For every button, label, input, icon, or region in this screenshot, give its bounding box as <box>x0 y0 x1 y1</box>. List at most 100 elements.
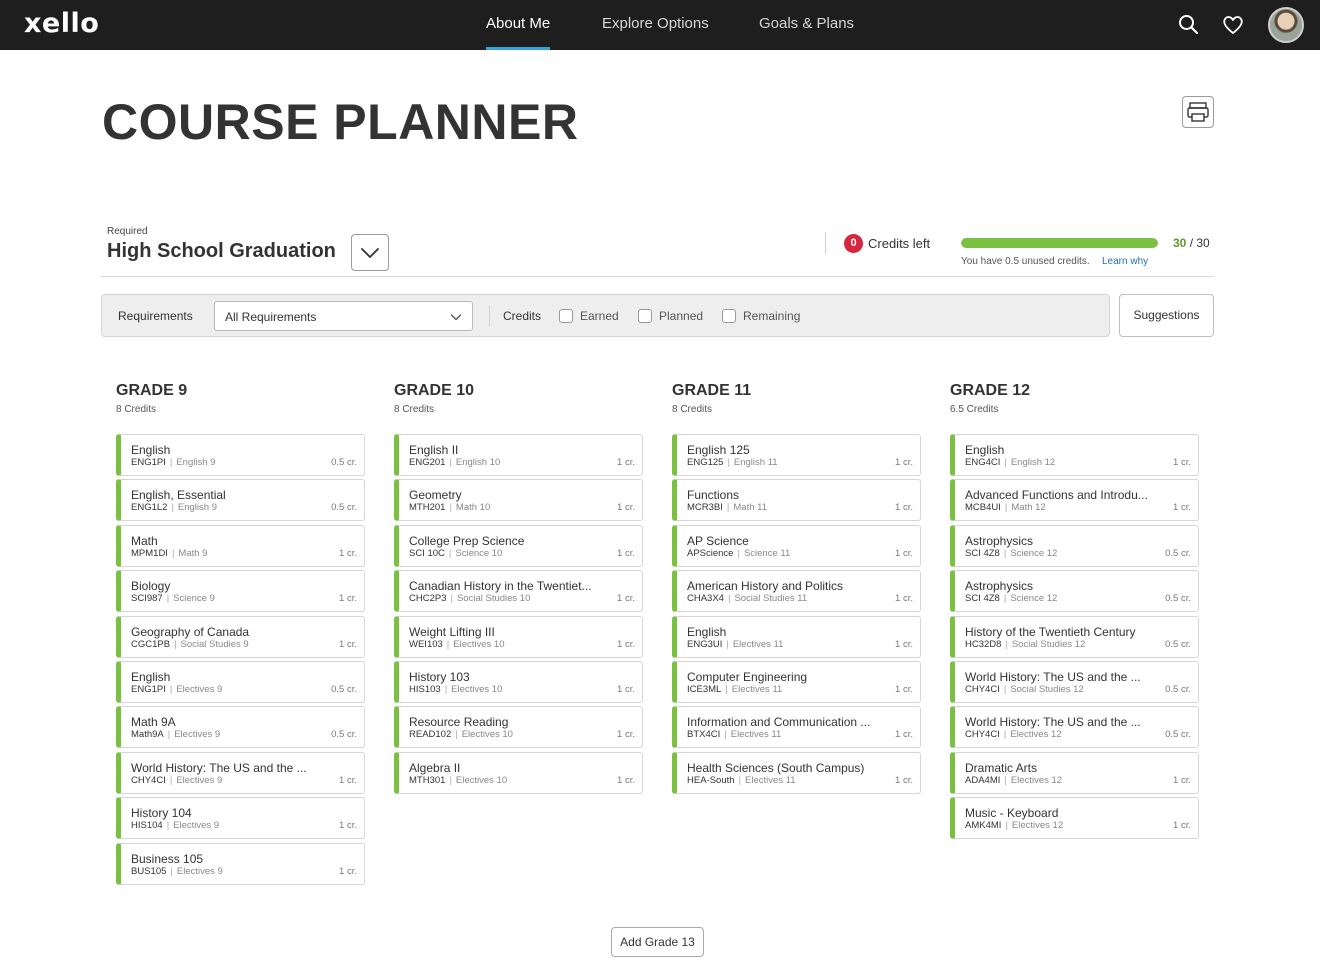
course-name: Business 105 <box>131 851 204 866</box>
course-code: ENG4CI <box>965 457 1001 468</box>
course-meta: BTX4CI | Electives 11 <box>687 729 781 740</box>
course-card[interactable]: Dramatic Arts ADA4MI | Electives 12 1 cr. <box>950 751 1199 794</box>
course-card[interactable]: World History: The US and the ... CHY4CI |… <box>950 706 1199 749</box>
course-credits: 1 cr. <box>339 638 357 650</box>
course-card[interactable]: Astrophysics SCI 4Z8 | Science 12 0.5 cr. <box>950 570 1199 613</box>
course-name: Geometry <box>409 488 462 503</box>
course-card[interactable]: English 125 ENG125 | English 11 1 cr. <box>672 434 921 476</box>
meta-separator: | <box>167 729 171 741</box>
xello-logo[interactable]: xello <box>24 8 99 39</box>
course-card[interactable]: World History: The US and the ... CHY4CI |… <box>950 660 1199 703</box>
course-card[interactable]: Information and Communication ... BTX4CI |… <box>672 706 921 749</box>
course-name: History 103 <box>409 669 470 684</box>
course-card[interactable]: Music - Keyboard AMK4MI | Electives 12 1 cr. <box>950 797 1199 840</box>
course-name: Math 9A <box>131 715 176 730</box>
grade-column: GRADE 12 6.5 Credits English ENG4CI | Engli… <box>950 382 1199 840</box>
search-icon[interactable] <box>1176 12 1202 38</box>
course-meta: BUS105 | Electives 9 <box>131 866 223 877</box>
course-list: English ENG1PI | English 9 0.5 cr. English, E… <box>116 434 365 888</box>
course-card[interactable]: Business 105 BUS105 | Electives 9 1 cr. <box>116 842 365 885</box>
course-card[interactable]: English, Essential ENG1L2 | English 9 0.5 cr… <box>116 479 365 522</box>
meta-separator: | <box>448 547 452 559</box>
credits-progress-count: 30 / 30 <box>1173 236 1210 250</box>
course-credits: 0.5 cr. <box>331 729 357 741</box>
requirement-dropdown-button[interactable] <box>351 234 389 271</box>
course-card[interactable]: Geometry MTH201 | Math 10 1 cr. <box>394 479 643 522</box>
course-card[interactable]: Resource Reading READ102 | Electives 10 1 cr… <box>394 706 643 749</box>
course-meta: ENG201 | English 10 <box>409 457 500 468</box>
course-card[interactable]: History of the Twentieth Century HC32D8 | S… <box>950 615 1199 658</box>
chevron-down-icon <box>450 314 462 321</box>
course-card[interactable]: Biology SCI987 | Science 9 1 cr. <box>116 570 365 613</box>
course-code: ENG3UI <box>687 638 723 650</box>
meta-separator: | <box>1003 547 1007 559</box>
course-card[interactable]: American History and Politics CHA3X4 | Soci… <box>672 570 921 613</box>
course-credits: 0.5 cr. <box>1165 683 1191 695</box>
course-card[interactable]: Functions MCR3BI | Math 11 1 cr. <box>672 479 921 522</box>
course-meta: HC32D8 | Social Studies 12 <box>965 639 1085 650</box>
earned-checkbox[interactable] <box>559 309 573 323</box>
course-card[interactable]: English ENG4CI | English 12 1 cr. <box>950 434 1199 476</box>
course-credits: 1 cr. <box>895 502 913 514</box>
meta-separator: | <box>166 593 170 605</box>
course-card[interactable]: Astrophysics SCI 4Z8 | Science 12 0.5 cr. <box>950 524 1199 567</box>
course-card[interactable]: Advanced Functions and Introdu... MCB4UI |… <box>950 479 1199 522</box>
course-meta: SCI 4Z8 | Science 12 <box>965 593 1057 604</box>
requirements-select[interactable]: All Requirements <box>214 301 473 331</box>
planned-checkbox[interactable] <box>638 309 652 323</box>
nav-goals-plans[interactable]: Goals & Plans <box>759 0 854 50</box>
grade-title: GRADE 12 <box>950 382 1031 399</box>
course-card[interactable]: History 103 HIS103 | Electives 10 1 cr. <box>394 660 643 703</box>
course-card[interactable]: Math MPM1DI | Math 9 1 cr. <box>116 524 365 567</box>
course-card[interactable]: Canadian History in the Twentiet... CHC2P… <box>394 570 643 613</box>
planned-checkbox-label[interactable]: Planned <box>659 309 703 323</box>
course-card[interactable]: Math 9A Math9A | Electives 9 0.5 cr. <box>116 706 365 749</box>
remaining-checkbox[interactable] <box>722 309 736 323</box>
meta-separator: | <box>169 457 173 468</box>
course-card[interactable]: English ENG3UI | Electives 11 1 cr. <box>672 615 921 658</box>
course-category: English 11 <box>733 457 778 468</box>
course-card[interactable]: College Prep Science SCI 10C | Science 10 1 … <box>394 524 643 567</box>
course-card[interactable]: Health Sciences (South Campus) HEA-South |… <box>672 751 921 794</box>
course-credits: 1 cr. <box>895 638 913 650</box>
course-card[interactable]: Weight Lifting III WEI103 | Electives 10 1 c… <box>394 615 643 658</box>
course-category: English 12 <box>1010 457 1056 468</box>
suggestions-button[interactable]: Suggestions <box>1119 294 1214 337</box>
course-credits: 1 cr. <box>617 593 635 605</box>
course-meta: ICE3ML | Electives 11 <box>687 684 782 695</box>
avatar[interactable] <box>1268 7 1304 43</box>
course-name: Weight Lifting III <box>409 624 495 639</box>
grade-title: GRADE 9 <box>116 382 188 399</box>
nav-explore-options[interactable]: Explore Options <box>602 0 709 50</box>
course-code: MTH201 <box>409 502 446 514</box>
course-card[interactable]: Geography of Canada CGC1PB | Social Studies… <box>116 615 365 658</box>
course-card[interactable]: English II ENG201 | English 10 1 cr. <box>394 434 643 476</box>
course-card[interactable]: AP Science APScience | Science 11 1 cr. <box>672 524 921 567</box>
learn-why-link[interactable]: Learn why <box>1102 256 1148 267</box>
add-grade-button[interactable]: Add Grade 13 <box>611 927 704 957</box>
heart-icon[interactable] <box>1220 12 1246 38</box>
meta-separator: | <box>450 593 453 605</box>
meta-separator: | <box>449 774 452 786</box>
course-name: Functions <box>687 488 740 503</box>
earned-checkbox-label[interactable]: Earned <box>580 309 619 323</box>
course-card[interactable]: English ENG1PI | Electives 9 0.5 cr. <box>116 660 365 703</box>
course-card[interactable]: History 104 HIS104 | Electives 9 1 cr. <box>116 797 365 840</box>
course-card[interactable]: World History: The US and the ... CHY4CI |… <box>116 751 365 794</box>
print-button[interactable] <box>1182 96 1214 128</box>
course-meta: Math9A | Electives 9 <box>131 729 220 740</box>
meta-separator: | <box>725 683 728 695</box>
remaining-checkbox-label[interactable]: Remaining <box>743 309 800 323</box>
course-code: HIS103 <box>409 683 441 695</box>
course-card[interactable]: English ENG1PI | English 9 0.5 cr. <box>116 434 365 476</box>
requirements-filter-label: Requirements <box>118 309 193 323</box>
course-card[interactable]: Computer Engineering ICE3ML | Electives 11 1… <box>672 660 921 703</box>
course-credits: 0.5 cr. <box>331 683 357 695</box>
chevron-down-icon <box>361 248 379 258</box>
nav-about-me[interactable]: About Me <box>486 0 551 50</box>
course-category: Electives 12 <box>1010 729 1062 741</box>
course-card[interactable]: Algebra II MTH301 | Electives 10 1 cr. <box>394 751 643 794</box>
header-divider <box>825 232 826 254</box>
course-meta: CGC1PB | Social Studies 9 <box>131 639 249 650</box>
course-name: World History: The US and the ... <box>131 760 307 775</box>
